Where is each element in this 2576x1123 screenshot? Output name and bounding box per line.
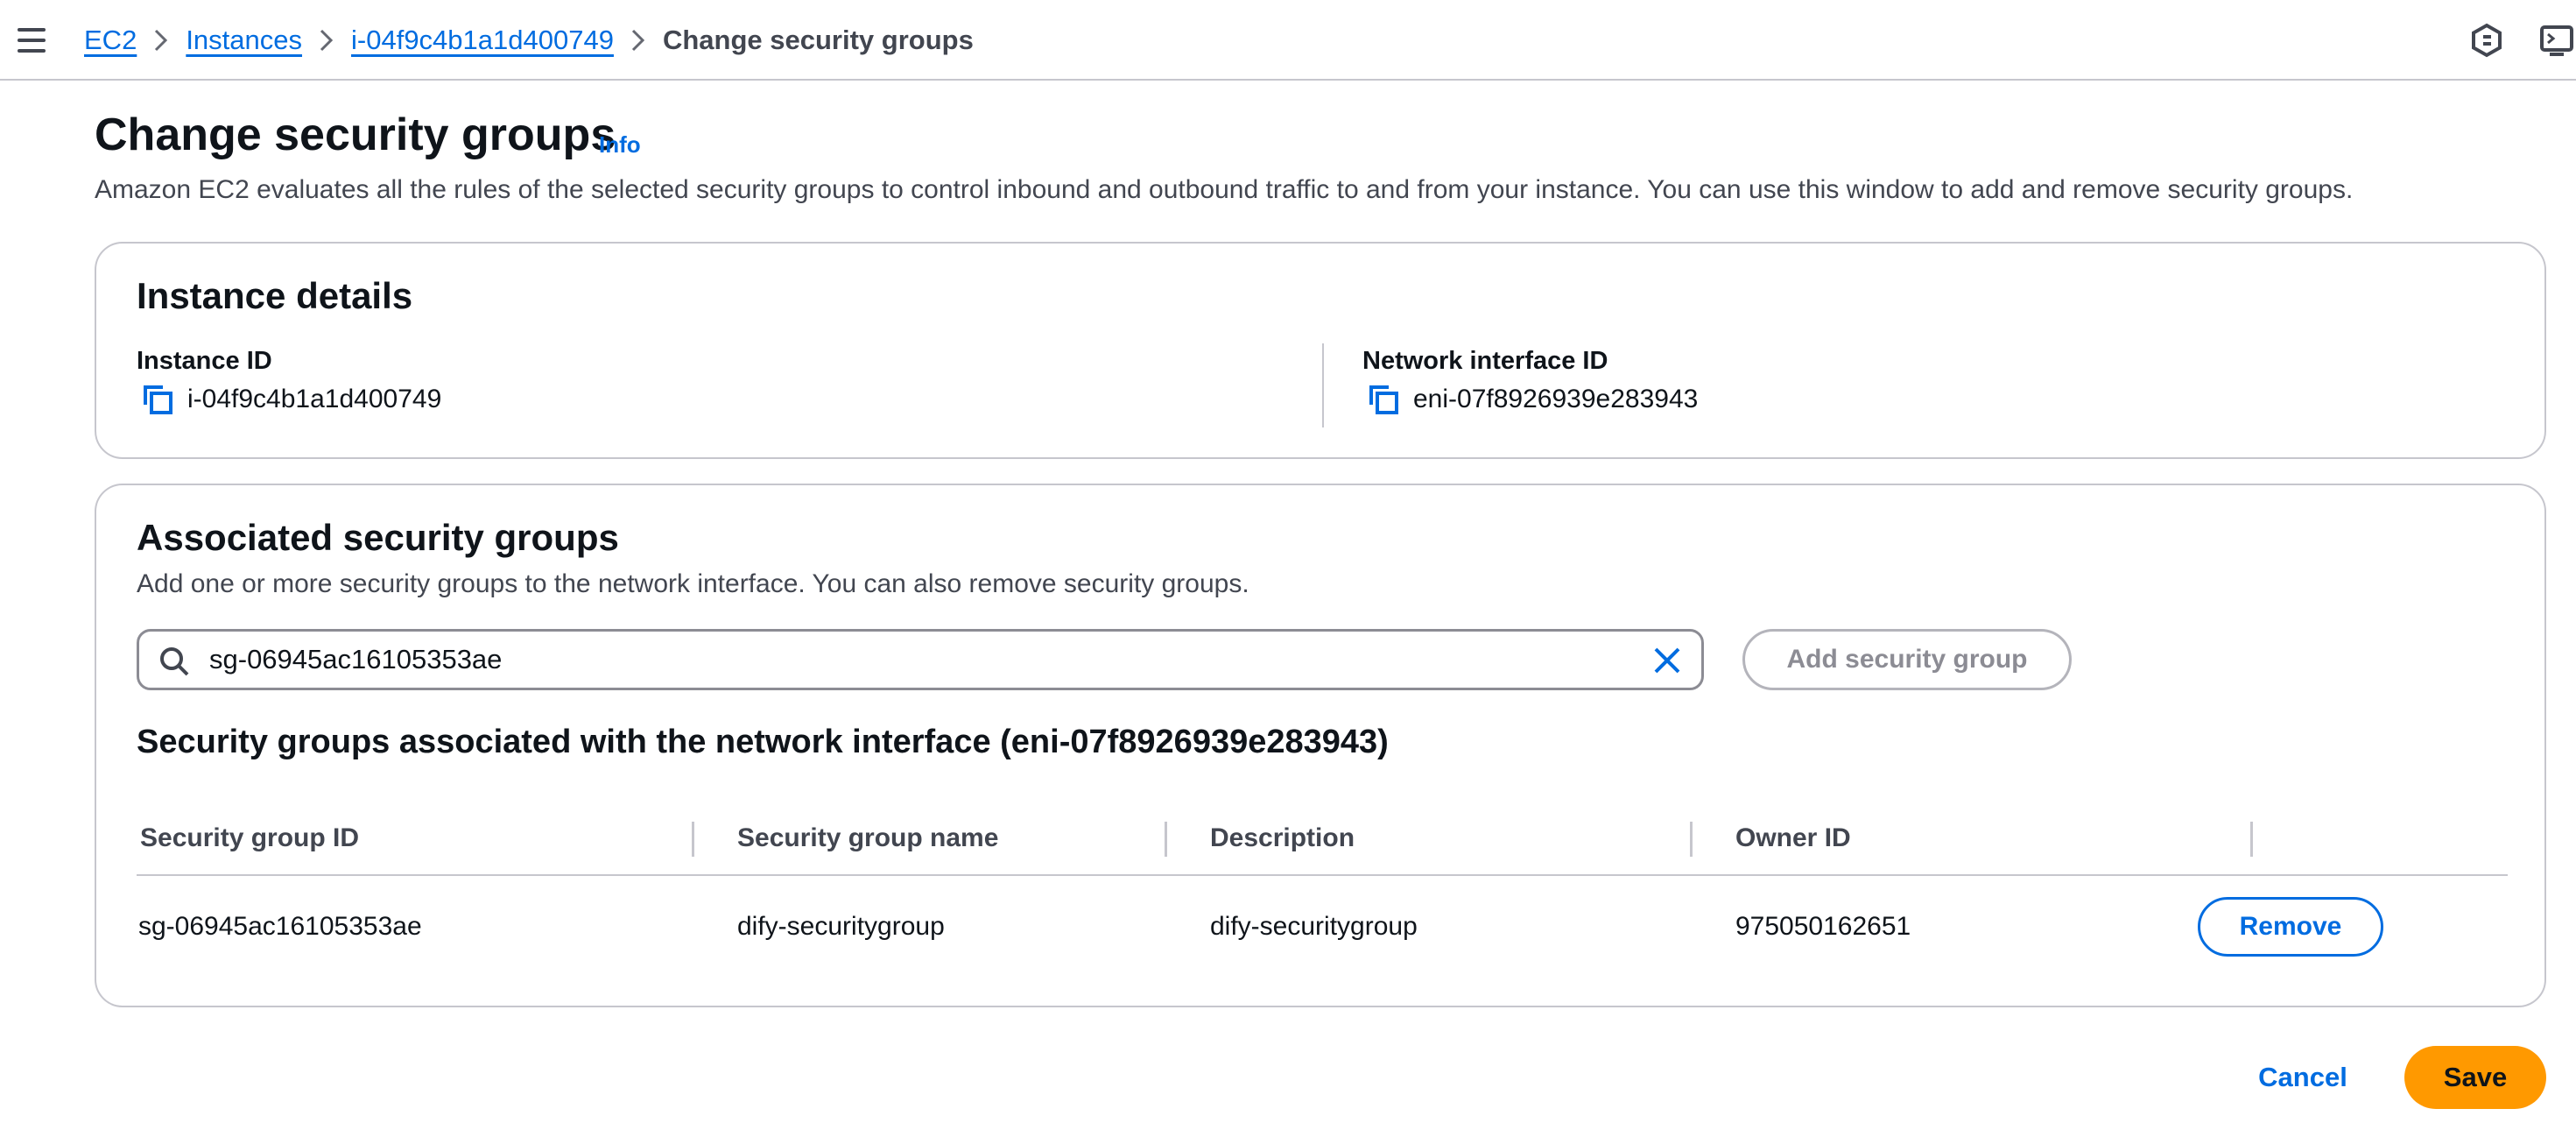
- column-resizer[interactable]: [692, 822, 694, 857]
- cloudshell-icon[interactable]: [2539, 23, 2574, 58]
- instance-details-title: Instance details: [137, 275, 413, 316]
- remove-button[interactable]: Remove: [2198, 897, 2383, 957]
- breadcrumb-instances[interactable]: Instances: [186, 25, 302, 56]
- column-resizer[interactable]: [1165, 822, 1167, 857]
- column-header-security-group-id[interactable]: Security group ID: [140, 801, 359, 876]
- copy-icon[interactable]: [1366, 382, 1401, 417]
- column-header-description[interactable]: Description: [1210, 801, 1355, 876]
- search-input-value[interactable]: sg-06945ac16105353ae: [209, 632, 502, 688]
- cancel-button[interactable]: Cancel: [2242, 1046, 2364, 1109]
- page-title: Change security groups: [95, 109, 616, 160]
- info-link[interactable]: Info: [599, 131, 641, 159]
- instance-id-value: i-04f9c4b1a1d400749: [187, 385, 442, 413]
- network-interface-id-value-group: eni-07f8926939e283943: [1366, 382, 1698, 417]
- search-icon: [160, 647, 189, 676]
- cell-security-group-id: sg-06945ac16105353ae: [138, 912, 422, 941]
- copy-icon[interactable]: [140, 382, 175, 417]
- associated-security-groups-title: Associated security groups: [137, 517, 619, 558]
- associated-table-heading: Security groups associated with the netw…: [137, 724, 1389, 760]
- instance-id-value-group: i-04f9c4b1a1d400749: [140, 382, 441, 417]
- notifications-icon[interactable]: [2469, 23, 2504, 58]
- page-description: Amazon EC2 evaluates all the rules of th…: [95, 175, 2354, 204]
- breadcrumb-ec2[interactable]: EC2: [84, 25, 137, 56]
- chevron-right-icon: [302, 28, 351, 53]
- breadcrumb: EC2 Instances i-04f9c4b1a1d400749 Change…: [84, 0, 974, 81]
- chevron-right-icon: [614, 28, 663, 53]
- column-resizer[interactable]: [2250, 822, 2253, 857]
- column-header-owner-id[interactable]: Owner ID: [1735, 801, 1851, 876]
- table-row: sg-06945ac16105353ae dify-securitygroup …: [137, 876, 2508, 978]
- security-group-search-input[interactable]: sg-06945ac16105353ae: [137, 629, 1704, 690]
- top-navigation-bar: EC2 Instances i-04f9c4b1a1d400749 Change…: [0, 0, 2576, 81]
- column-resizer[interactable]: [1690, 822, 1693, 857]
- cell-description: dify-securitygroup: [1210, 912, 1418, 941]
- add-security-group-button[interactable]: Add security group: [1742, 629, 2072, 690]
- breadcrumb-instance-id[interactable]: i-04f9c4b1a1d400749: [351, 25, 614, 56]
- associated-security-groups-container: Associated security groups Add one or mo…: [95, 484, 2546, 1007]
- clear-icon[interactable]: [1650, 644, 1684, 677]
- cell-security-group-name: dify-securitygroup: [737, 912, 945, 941]
- save-button[interactable]: Save: [2404, 1046, 2546, 1109]
- associated-security-groups-description: Add one or more security groups to the n…: [137, 569, 1249, 598]
- instance-id-label: Instance ID: [137, 347, 272, 375]
- network-interface-id-label: Network interface ID: [1362, 347, 1608, 375]
- breadcrumb-current: Change security groups: [662, 25, 974, 55]
- instance-details-container: Instance details Instance ID i-04f9c4b1a…: [95, 242, 2546, 459]
- menu-icon[interactable]: [16, 25, 47, 56]
- cell-owner-id: 975050162651: [1735, 912, 1911, 941]
- security-groups-table: Security group ID Security group name De…: [137, 801, 2508, 978]
- table-header: Security group ID Security group name De…: [137, 801, 2508, 876]
- column-header-security-group-name[interactable]: Security group name: [737, 801, 998, 876]
- column-divider: [1322, 343, 1324, 427]
- network-interface-id-value: eni-07f8926939e283943: [1413, 385, 1699, 413]
- chevron-right-icon: [137, 28, 186, 53]
